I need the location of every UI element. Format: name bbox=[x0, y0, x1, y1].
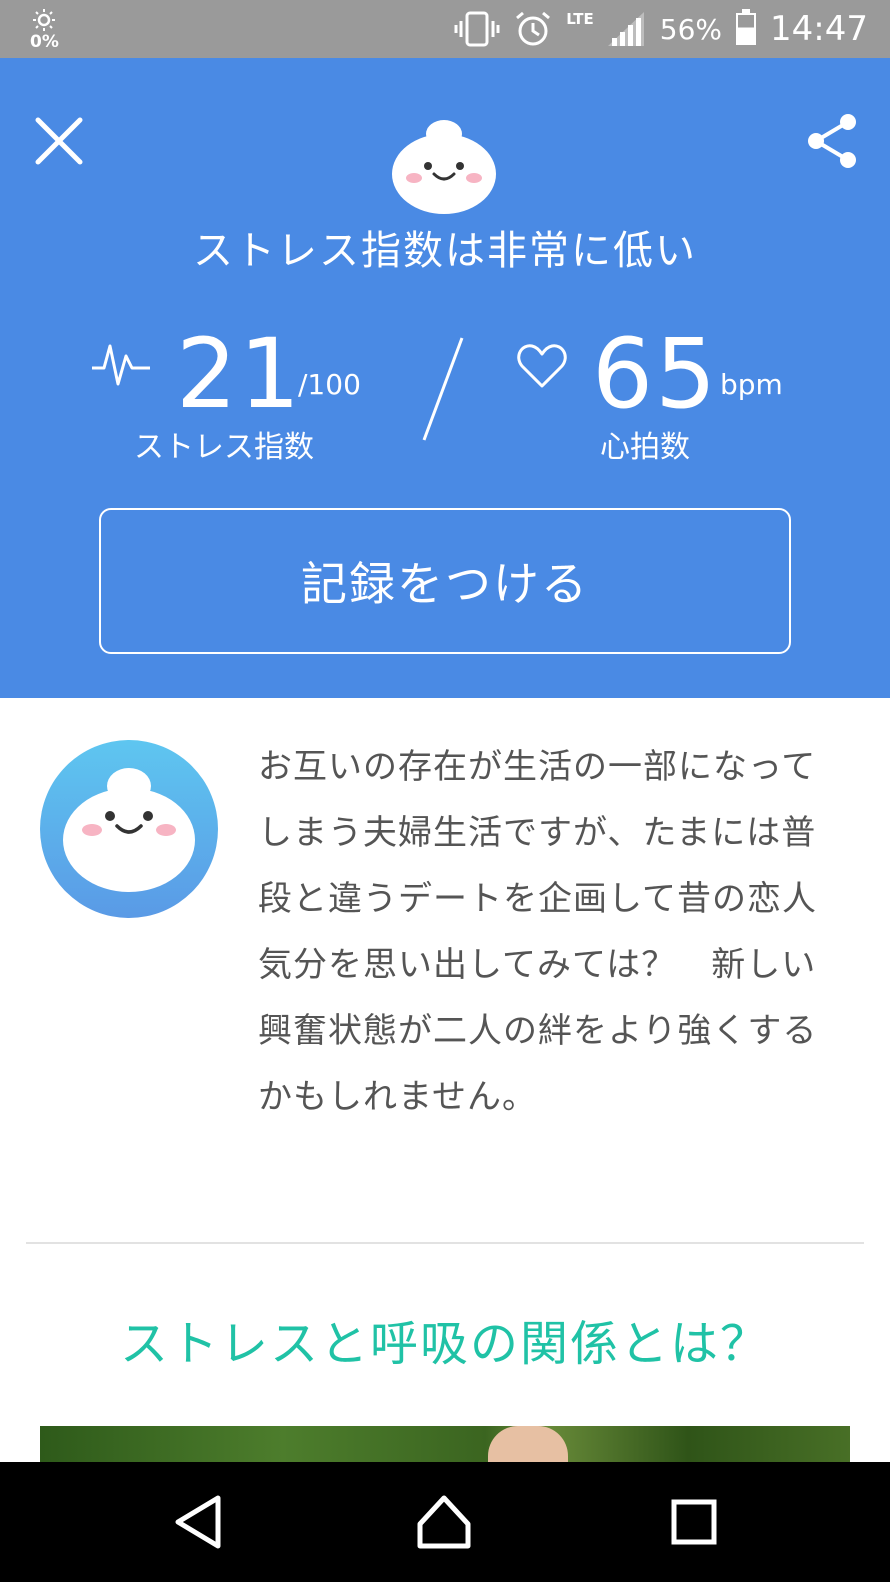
record-button[interactable]: 記録をつける bbox=[99, 508, 791, 654]
recent-apps-button[interactable] bbox=[662, 1490, 726, 1554]
home-button[interactable] bbox=[412, 1490, 476, 1554]
article-image[interactable] bbox=[40, 1426, 850, 1466]
mascot-icon bbox=[392, 120, 496, 214]
result-header: ストレス指数は非常に低い 21 /100 ストレス指数 65 bpm 心拍数 記… bbox=[0, 58, 890, 698]
section-divider bbox=[26, 1242, 864, 1244]
back-triangle-icon bbox=[175, 1495, 221, 1549]
network-type: LTE bbox=[566, 10, 594, 28]
mascot-avatar-icon bbox=[40, 740, 218, 918]
stress-index-value: 21 bbox=[176, 318, 303, 430]
heart-rate-metric: 65 bpm 心拍数 bbox=[516, 318, 806, 465]
battery-icon bbox=[736, 9, 757, 45]
clock: 14:47 bbox=[770, 9, 868, 49]
status-left-percent: 0% bbox=[30, 32, 59, 52]
stress-index-label: ストレス指数 bbox=[134, 430, 314, 465]
stress-index-metric: 21 /100 ストレス指数 bbox=[90, 318, 380, 465]
data-saver-indicator: 0% bbox=[28, 8, 62, 52]
home-icon bbox=[417, 1495, 471, 1549]
navigation-bar bbox=[0, 1462, 890, 1582]
heart-rate-unit: bpm bbox=[720, 368, 783, 401]
metric-divider bbox=[422, 337, 464, 441]
section-title[interactable]: ストレスと呼吸の関係とは？ bbox=[0, 1304, 890, 1374]
article-image-subject bbox=[488, 1426, 568, 1466]
battery-percent: 56% bbox=[659, 12, 723, 46]
recent-apps-icon bbox=[671, 1499, 717, 1545]
close-button[interactable] bbox=[28, 110, 90, 172]
pulse-wave-icon bbox=[92, 344, 150, 386]
advice-text: お互いの存在が生活の一部になって しまう夫婦生活ですが、たまには普 段と違うデー… bbox=[258, 747, 818, 1117]
heart-rate-value: 65 bbox=[592, 318, 719, 430]
heart-icon bbox=[517, 344, 567, 388]
sun-icon bbox=[33, 9, 55, 31]
back-button[interactable] bbox=[168, 1490, 232, 1554]
status-bar: 0% LTE 56% 14:47 bbox=[0, 0, 890, 58]
share-button[interactable] bbox=[804, 112, 860, 170]
close-icon bbox=[35, 117, 83, 165]
alarm-icon bbox=[516, 11, 551, 46]
stress-level-headline: ストレス指数は非常に低い bbox=[193, 228, 697, 274]
stress-index-unit: /100 bbox=[298, 368, 361, 401]
signal-icon bbox=[607, 12, 644, 46]
vibrate-icon bbox=[454, 11, 500, 47]
share-icon bbox=[808, 114, 856, 168]
heart-rate-label: 心拍数 bbox=[600, 430, 690, 465]
